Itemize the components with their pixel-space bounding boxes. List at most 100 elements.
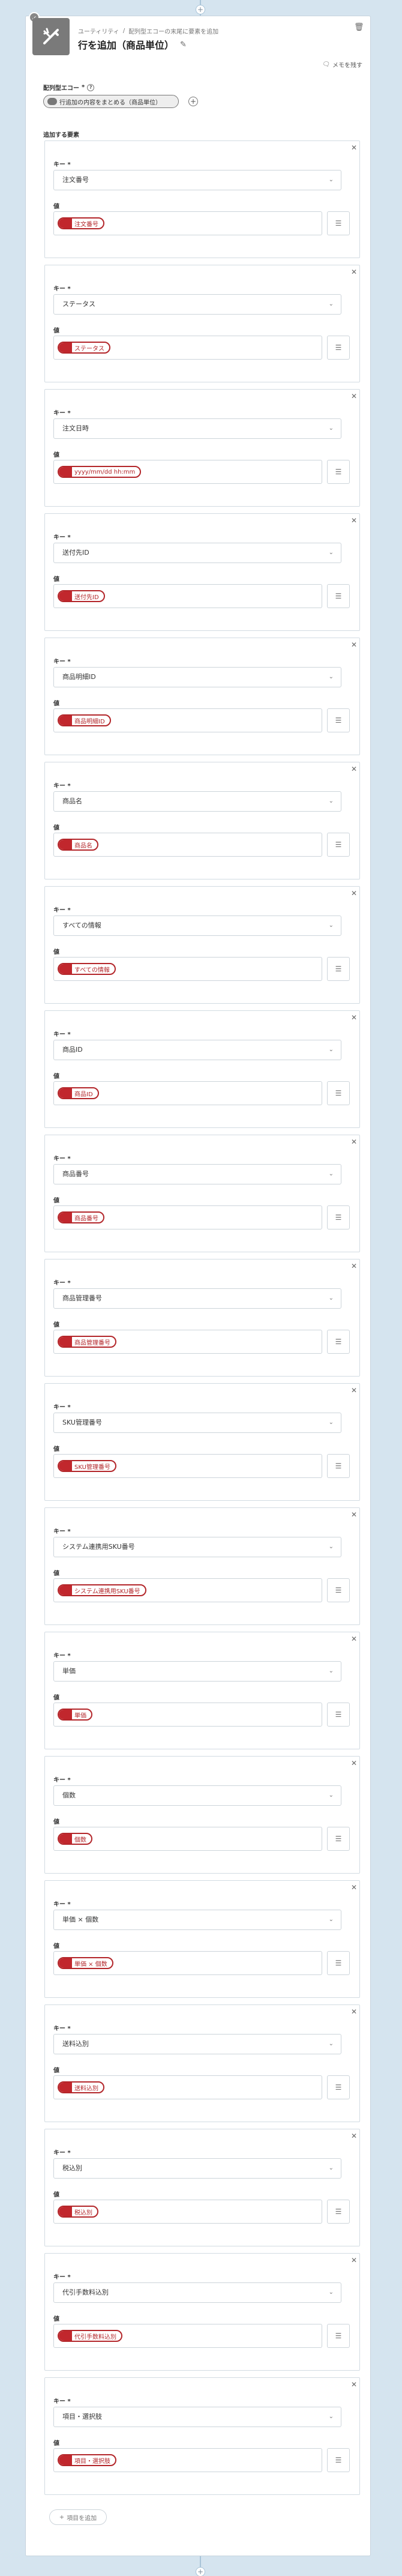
value-field[interactable]: 商品ID — [53, 1081, 322, 1105]
close-icon[interactable]: ✕ — [351, 889, 357, 897]
key-select[interactable]: 単価 ⌄ — [53, 1661, 341, 1682]
list-icon[interactable]: ☰ — [327, 1330, 350, 1354]
close-icon[interactable]: ✕ — [351, 268, 357, 276]
variable-chip[interactable]: yyyy/mm/dd hh:mm — [58, 466, 142, 478]
close-icon[interactable]: ✕ — [351, 2256, 357, 2264]
variable-chip[interactable]: 商品番号 — [58, 1211, 104, 1223]
variable-chip[interactable]: ステータス — [58, 342, 110, 354]
pencil-icon[interactable]: ✎ — [180, 40, 187, 49]
key-select[interactable]: システム連携用SKU番号 ⌄ — [53, 1537, 341, 1557]
variable-chip[interactable]: 送付先ID — [58, 590, 105, 602]
value-field[interactable]: ステータス — [53, 336, 322, 360]
close-icon[interactable]: ✕ — [351, 143, 357, 152]
close-icon[interactable]: ✕ — [351, 1510, 357, 1519]
value-field[interactable]: yyyy/mm/dd hh:mm — [53, 460, 322, 484]
key-select[interactable]: 商品明細ID ⌄ — [53, 667, 341, 687]
value-field[interactable]: 個数 — [53, 1827, 322, 1851]
key-select[interactable]: 商品名 ⌄ — [53, 791, 341, 812]
value-field[interactable]: すべての情報 — [53, 957, 322, 981]
key-select[interactable]: ステータス ⌄ — [53, 294, 341, 315]
list-icon[interactable]: ☰ — [327, 460, 350, 484]
value-field[interactable]: 送料込別 — [53, 2075, 322, 2099]
memo-button[interactable]: 🗨 メモを残す — [322, 60, 362, 69]
trash-icon[interactable]: 🗑 — [354, 23, 364, 32]
list-icon[interactable]: ☰ — [327, 833, 350, 857]
key-select[interactable]: 送料込別 ⌄ — [53, 2034, 341, 2054]
value-field[interactable]: 商品明細ID — [53, 708, 322, 732]
array-echo-pill[interactable]: 行追加の内容をまとめる（商品単位） — [43, 95, 179, 108]
list-icon[interactable]: ☰ — [327, 1951, 350, 1975]
key-select[interactable]: 注文番号 ⌄ — [53, 170, 341, 190]
list-icon[interactable]: ☰ — [327, 957, 350, 981]
value-field[interactable]: SKU管理番号 — [53, 1454, 322, 1478]
close-icon[interactable]: ✕ — [351, 1013, 357, 1022]
close-icon[interactable]: ✕ — [351, 1386, 357, 1395]
variable-chip[interactable]: 代引手数料込別 — [58, 2330, 122, 2342]
list-icon[interactable]: ☰ — [327, 1703, 350, 1727]
list-icon[interactable]: ☰ — [327, 708, 350, 732]
list-icon[interactable]: ☰ — [327, 584, 350, 608]
value-field[interactable]: 注文番号 — [53, 211, 322, 235]
variable-chip[interactable]: 項目・選択肢 — [58, 2454, 116, 2466]
key-select[interactable]: 商品管理番号 ⌄ — [53, 1288, 341, 1309]
variable-chip[interactable]: システム連携用SKU番号 — [58, 1584, 146, 1596]
variable-chip[interactable]: 商品ID — [58, 1087, 99, 1099]
variable-chip[interactable]: 送料込別 — [58, 2081, 104, 2093]
variable-chip[interactable]: 商品名 — [58, 839, 98, 851]
close-icon[interactable]: ✕ — [351, 1883, 357, 1892]
value-field[interactable]: 商品番号 — [53, 1205, 322, 1229]
close-icon[interactable]: ✕ — [351, 2007, 357, 2016]
add-item-button[interactable]: + 項目を追加 — [49, 2509, 107, 2525]
value-field[interactable]: 商品管理番号 — [53, 1330, 322, 1354]
key-select[interactable]: 個数 ⌄ — [53, 1785, 341, 1806]
close-icon[interactable]: ✕ — [351, 1262, 357, 1270]
key-select[interactable]: 項目・選択肢 ⌄ — [53, 2407, 341, 2427]
variable-chip[interactable]: 商品管理番号 — [58, 1336, 116, 1348]
list-icon[interactable]: ☰ — [327, 2200, 350, 2224]
key-select[interactable]: SKU管理番号 ⌄ — [53, 1413, 341, 1433]
value-field[interactable]: 送付先ID — [53, 584, 322, 608]
value-field[interactable]: 代引手数料込別 — [53, 2324, 322, 2348]
list-icon[interactable]: ☰ — [327, 1578, 350, 1602]
variable-chip[interactable]: 単価 × 個数 — [58, 1957, 113, 1969]
close-icon[interactable]: ✕ — [351, 516, 357, 525]
close-icon[interactable]: ✕ — [351, 1138, 357, 1146]
list-icon[interactable]: ☰ — [327, 2448, 350, 2472]
list-icon[interactable]: ☰ — [327, 211, 350, 235]
variable-chip[interactable]: 個数 — [58, 1833, 92, 1845]
add-step-bottom-button[interactable]: + — [196, 2567, 205, 2576]
variable-chip[interactable]: 注文番号 — [58, 217, 104, 229]
close-icon[interactable]: ✕ — [351, 1759, 357, 1767]
close-icon[interactable]: ✕ — [351, 765, 357, 773]
variable-chip[interactable]: すべての情報 — [58, 963, 116, 975]
close-icon[interactable]: ✕ — [351, 641, 357, 649]
list-icon[interactable]: ☰ — [327, 1205, 350, 1229]
key-select[interactable]: 送付先ID ⌄ — [53, 543, 341, 563]
key-select[interactable]: すべての情報 ⌄ — [53, 915, 341, 936]
list-icon[interactable]: ☰ — [327, 2075, 350, 2099]
key-select[interactable]: 単価 × 個数 ⌄ — [53, 1910, 341, 1930]
value-field[interactable]: 税込別 — [53, 2200, 322, 2224]
add-step-top-button[interactable]: + — [196, 5, 205, 14]
close-icon[interactable]: ✕ — [351, 2132, 357, 2140]
key-select[interactable]: 商品ID ⌄ — [53, 1040, 341, 1060]
value-field[interactable]: システム連携用SKU番号 — [53, 1578, 322, 1602]
add-echo-button[interactable]: + — [188, 97, 198, 106]
help-icon[interactable]: ? — [87, 83, 95, 91]
variable-chip[interactable]: 税込別 — [58, 2206, 98, 2218]
variable-chip[interactable]: 商品明細ID — [58, 714, 111, 726]
key-select[interactable]: 税込別 ⌄ — [53, 2158, 341, 2179]
list-icon[interactable]: ☰ — [327, 1827, 350, 1851]
close-icon[interactable]: ✕ — [351, 2380, 357, 2389]
list-icon[interactable]: ☰ — [327, 2324, 350, 2348]
value-field[interactable]: 項目・選択肢 — [53, 2448, 322, 2472]
value-field[interactable]: 単価 — [53, 1703, 322, 1727]
list-icon[interactable]: ☰ — [327, 1454, 350, 1478]
variable-chip[interactable]: 単価 — [58, 1709, 92, 1721]
variable-chip[interactable]: SKU管理番号 — [58, 1460, 116, 1472]
close-icon[interactable]: ✕ — [351, 392, 357, 400]
value-field[interactable]: 単価 × 個数 — [53, 1951, 322, 1975]
key-select[interactable]: 代引手数料込別 ⌄ — [53, 2282, 341, 2303]
list-icon[interactable]: ☰ — [327, 336, 350, 360]
key-select[interactable]: 商品番号 ⌄ — [53, 1164, 341, 1184]
